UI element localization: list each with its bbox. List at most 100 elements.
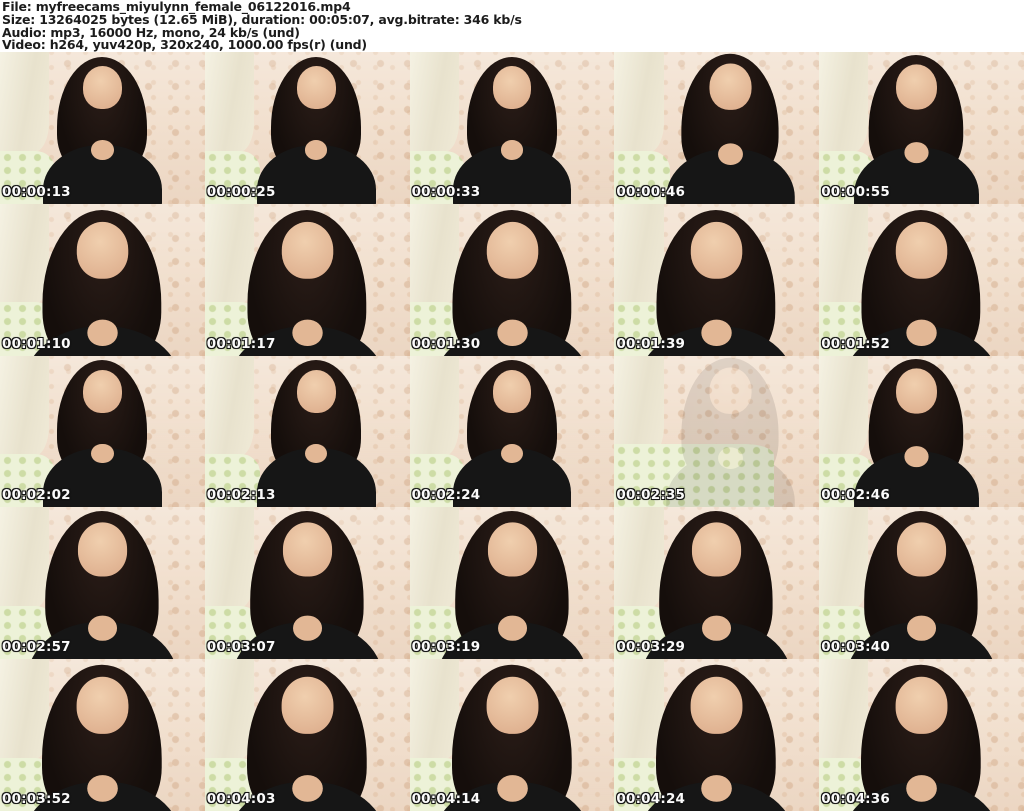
timestamp-overlay: 00:00:55	[821, 183, 890, 200]
video-info-line: Video: h264, yuv420p, 320x240, 1000.00 f…	[2, 37, 367, 53]
thumbnail-grid: 00:00:13 00:00:25 00:00:33 00:00:46 00:0…	[0, 52, 1024, 811]
chest-shape	[906, 775, 937, 802]
person-silhouette	[614, 204, 819, 356]
person-silhouette	[620, 356, 819, 508]
face-shape	[895, 677, 948, 734]
timestamp-overlay: 00:02:57	[2, 639, 71, 656]
video-thumbnail: 00:04:14	[409, 659, 615, 811]
chest-shape	[701, 319, 732, 346]
timestamp-overlay: 00:03:29	[616, 639, 686, 656]
timestamp-overlay: 00:00:13	[2, 183, 71, 200]
person-silhouette	[819, 507, 1024, 660]
person-silhouette	[0, 507, 205, 660]
timestamp-overlay: 00:00:25	[206, 183, 276, 200]
chest-shape	[87, 775, 118, 802]
chest-shape	[88, 616, 117, 641]
video-thumbnail: 00:01:52	[819, 203, 1024, 356]
video-thumbnail: 00:03:52	[0, 659, 205, 811]
person-silhouette	[410, 507, 615, 660]
chest-shape	[292, 616, 322, 641]
video-thumbnail: 00:01:17	[204, 203, 410, 356]
face-shape	[895, 222, 948, 279]
person-silhouette	[819, 659, 1024, 811]
timestamp-overlay: 00:03:52	[2, 791, 71, 807]
video-thumbnail: 00:03:07	[204, 507, 410, 660]
person-silhouette	[614, 659, 819, 811]
face-shape	[896, 368, 938, 414]
person-silhouette	[205, 204, 410, 356]
timestamp-overlay: 00:01:52	[821, 335, 890, 352]
video-thumbnail: 00:03:29	[614, 507, 820, 660]
chest-shape	[497, 319, 527, 346]
chest-shape	[292, 319, 323, 346]
video-thumbnail: 00:01:30	[409, 203, 615, 356]
chest-shape	[500, 140, 524, 160]
chest-shape	[702, 616, 731, 641]
timestamp-overlay: 00:04:14	[411, 791, 481, 807]
video-thumbnail: 00:01:10	[0, 203, 205, 356]
video-thumbnail: 00:02:35	[614, 355, 820, 508]
video-thumbnail: 00:04:36	[819, 659, 1024, 811]
timestamp-overlay: 00:02:35	[616, 487, 686, 504]
video-thumbnail: 00:01:39	[614, 203, 820, 356]
face-shape	[492, 370, 532, 413]
timestamp-overlay: 00:00:33	[411, 183, 481, 200]
video-thumbnail: 00:02:24	[409, 355, 615, 508]
video-thumbnail: 00:02:46	[819, 355, 1024, 508]
face-shape	[76, 222, 129, 279]
video-thumbnail: 00:00:55	[819, 52, 1024, 204]
video-thumbnail: 00:03:19	[409, 507, 615, 660]
video-thumbnail: 00:00:46	[614, 52, 820, 204]
chest-shape	[904, 445, 929, 467]
person-silhouette	[410, 356, 615, 508]
face-shape	[690, 677, 743, 734]
person-silhouette	[819, 204, 1024, 356]
timestamp-overlay: 00:03:40	[821, 639, 890, 656]
person-silhouette	[614, 507, 819, 660]
person-silhouette	[205, 659, 410, 811]
timestamp-overlay: 00:01:39	[616, 335, 686, 352]
timestamp-overlay: 00:02:46	[821, 487, 890, 504]
chest-shape	[87, 319, 118, 346]
chest-shape	[292, 775, 323, 802]
timestamp-overlay: 00:03:07	[206, 639, 276, 656]
video-thumbnail: 00:02:57	[0, 507, 205, 660]
timestamp-overlay: 00:02:24	[411, 487, 481, 504]
face-shape	[76, 677, 129, 734]
video-contact-sheet: File: myfreecams_miyulynn_female_0612201…	[0, 0, 1024, 811]
chest-shape	[304, 443, 328, 464]
person-silhouette	[410, 659, 615, 811]
face-shape	[691, 222, 743, 279]
timestamp-overlay: 00:04:36	[821, 791, 890, 807]
face-shape	[82, 66, 122, 109]
face-shape	[281, 222, 333, 279]
face-shape	[896, 64, 938, 110]
chest-shape	[906, 319, 937, 346]
person-silhouette	[620, 52, 819, 204]
timestamp-overlay: 00:01:17	[206, 335, 276, 352]
timestamp-overlay: 00:00:46	[616, 183, 686, 200]
timestamp-overlay: 00:01:10	[2, 335, 71, 352]
video-thumbnail: 00:00:33	[409, 52, 615, 204]
person-silhouette	[214, 52, 410, 204]
chest-shape	[907, 616, 936, 641]
timestamp-overlay: 00:02:13	[206, 487, 276, 504]
face-shape	[486, 222, 538, 279]
face-shape	[487, 523, 537, 577]
person-silhouette	[0, 52, 205, 204]
face-shape	[282, 523, 332, 577]
face-shape	[692, 523, 742, 577]
timestamp-overlay: 00:02:02	[2, 487, 71, 504]
face-shape	[77, 523, 127, 577]
video-thumbnail: 00:02:13	[204, 355, 410, 508]
video-thumbnail: 00:04:24	[614, 659, 820, 811]
video-thumbnail: 00:03:40	[819, 507, 1024, 660]
video-thumbnail: 00:00:13	[0, 52, 205, 204]
face-shape	[486, 677, 538, 734]
face-shape	[897, 523, 947, 577]
chest-shape	[904, 142, 929, 163]
person-silhouette	[819, 356, 1024, 508]
timestamp-overlay: 00:03:19	[411, 639, 481, 656]
face-shape	[492, 66, 532, 109]
face-shape	[281, 677, 334, 734]
